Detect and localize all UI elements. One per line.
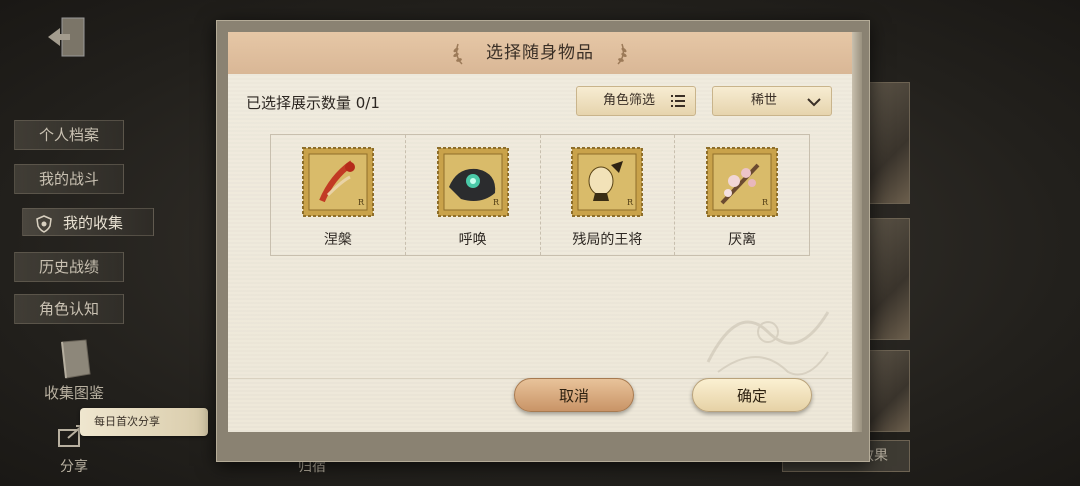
sidebar-item-label: 我的战斗 [38, 170, 99, 188]
sidebar-item-collection[interactable]: 我的收集 [22, 208, 154, 236]
item-name: 呼唤 [458, 232, 487, 248]
character-filter-button[interactable]: 角色筛选 [576, 86, 696, 116]
book-icon[interactable] [58, 338, 94, 380]
dialog-edge [852, 32, 862, 432]
sidebar-item-battles[interactable]: 我的战斗 [14, 164, 124, 194]
sidebar-item-label: 历史战绩 [38, 258, 99, 276]
rarity-select[interactable]: 稀世 [712, 86, 832, 116]
svg-text:R: R [627, 198, 634, 207]
item-card-aversion[interactable]: R 厌离 [675, 135, 809, 255]
select-item-dialog: 选择随身物品 已选择展示数量 0/1 角色筛选 稀世 R 涅槃 R 呼唤 R 残… [228, 32, 852, 432]
decorative-flourish [706, 311, 830, 376]
cancel-button-label: 取消 [558, 387, 589, 405]
shield-icon [36, 214, 52, 233]
background-left-panel: 个人档案 我的战斗 我的收集 历史战绩 角色认知 收集图鉴 每日首次分享 分享 [0, 0, 210, 486]
confirm-button[interactable]: 确定 [692, 378, 812, 412]
sidebar-item-profile[interactable]: 个人档案 [14, 120, 124, 150]
exit-door-icon[interactable] [44, 14, 90, 60]
phoenix-feather-stamp-icon: R [301, 147, 374, 217]
list-icon [671, 95, 685, 107]
sidebar-item-history[interactable]: 历史战绩 [14, 252, 124, 282]
character-portrait[interactable] [868, 218, 910, 340]
item-card-call[interactable]: R 呼唤 [406, 135, 541, 255]
chevron-down-icon [807, 98, 821, 107]
laurel-right-icon [617, 43, 627, 65]
svg-text:R: R [493, 198, 500, 207]
share-badge-label: 每日首次分享 [94, 415, 160, 428]
character-portrait[interactable] [868, 82, 910, 204]
character-portrait[interactable] [868, 350, 910, 432]
dialog-title: 选择随身物品 [486, 43, 594, 63]
svg-text:R: R [358, 198, 365, 207]
item-card-endgame-king[interactable]: R 残局的王将 [541, 135, 676, 255]
filter-button-label: 角色筛选 [603, 93, 656, 108]
collection-guide-label[interactable]: 收集图鉴 [44, 382, 104, 403]
item-grid: R 涅槃 R 呼唤 R 残局的王将 R 厌离 [270, 134, 810, 256]
cancel-button[interactable]: 取消 [514, 378, 634, 412]
svg-text:R: R [762, 198, 769, 207]
item-card-nirvana[interactable]: R 涅槃 [271, 135, 406, 255]
share-label[interactable]: 分享 [60, 456, 88, 476]
sakura-branch-stamp-icon: R [706, 147, 779, 217]
dark-orb-stamp-icon: R [436, 147, 509, 217]
selected-count: 已选择展示数量 0/1 [246, 94, 380, 112]
rarity-select-value: 稀世 [751, 93, 778, 108]
item-name: 厌离 [728, 232, 757, 248]
chess-king-stamp-icon: R [571, 147, 644, 217]
item-name: 涅槃 [323, 232, 352, 248]
sidebar-item-label: 个人档案 [38, 126, 99, 144]
confirm-button-label: 确定 [736, 387, 767, 405]
sidebar-item-label: 角色认知 [38, 300, 99, 318]
item-name: 残局的王将 [572, 232, 643, 248]
sidebar-item-recognition[interactable]: 角色认知 [14, 294, 124, 324]
sidebar-item-label: 我的收集 [63, 214, 124, 232]
daily-share-badge[interactable]: 每日首次分享 [80, 408, 208, 436]
